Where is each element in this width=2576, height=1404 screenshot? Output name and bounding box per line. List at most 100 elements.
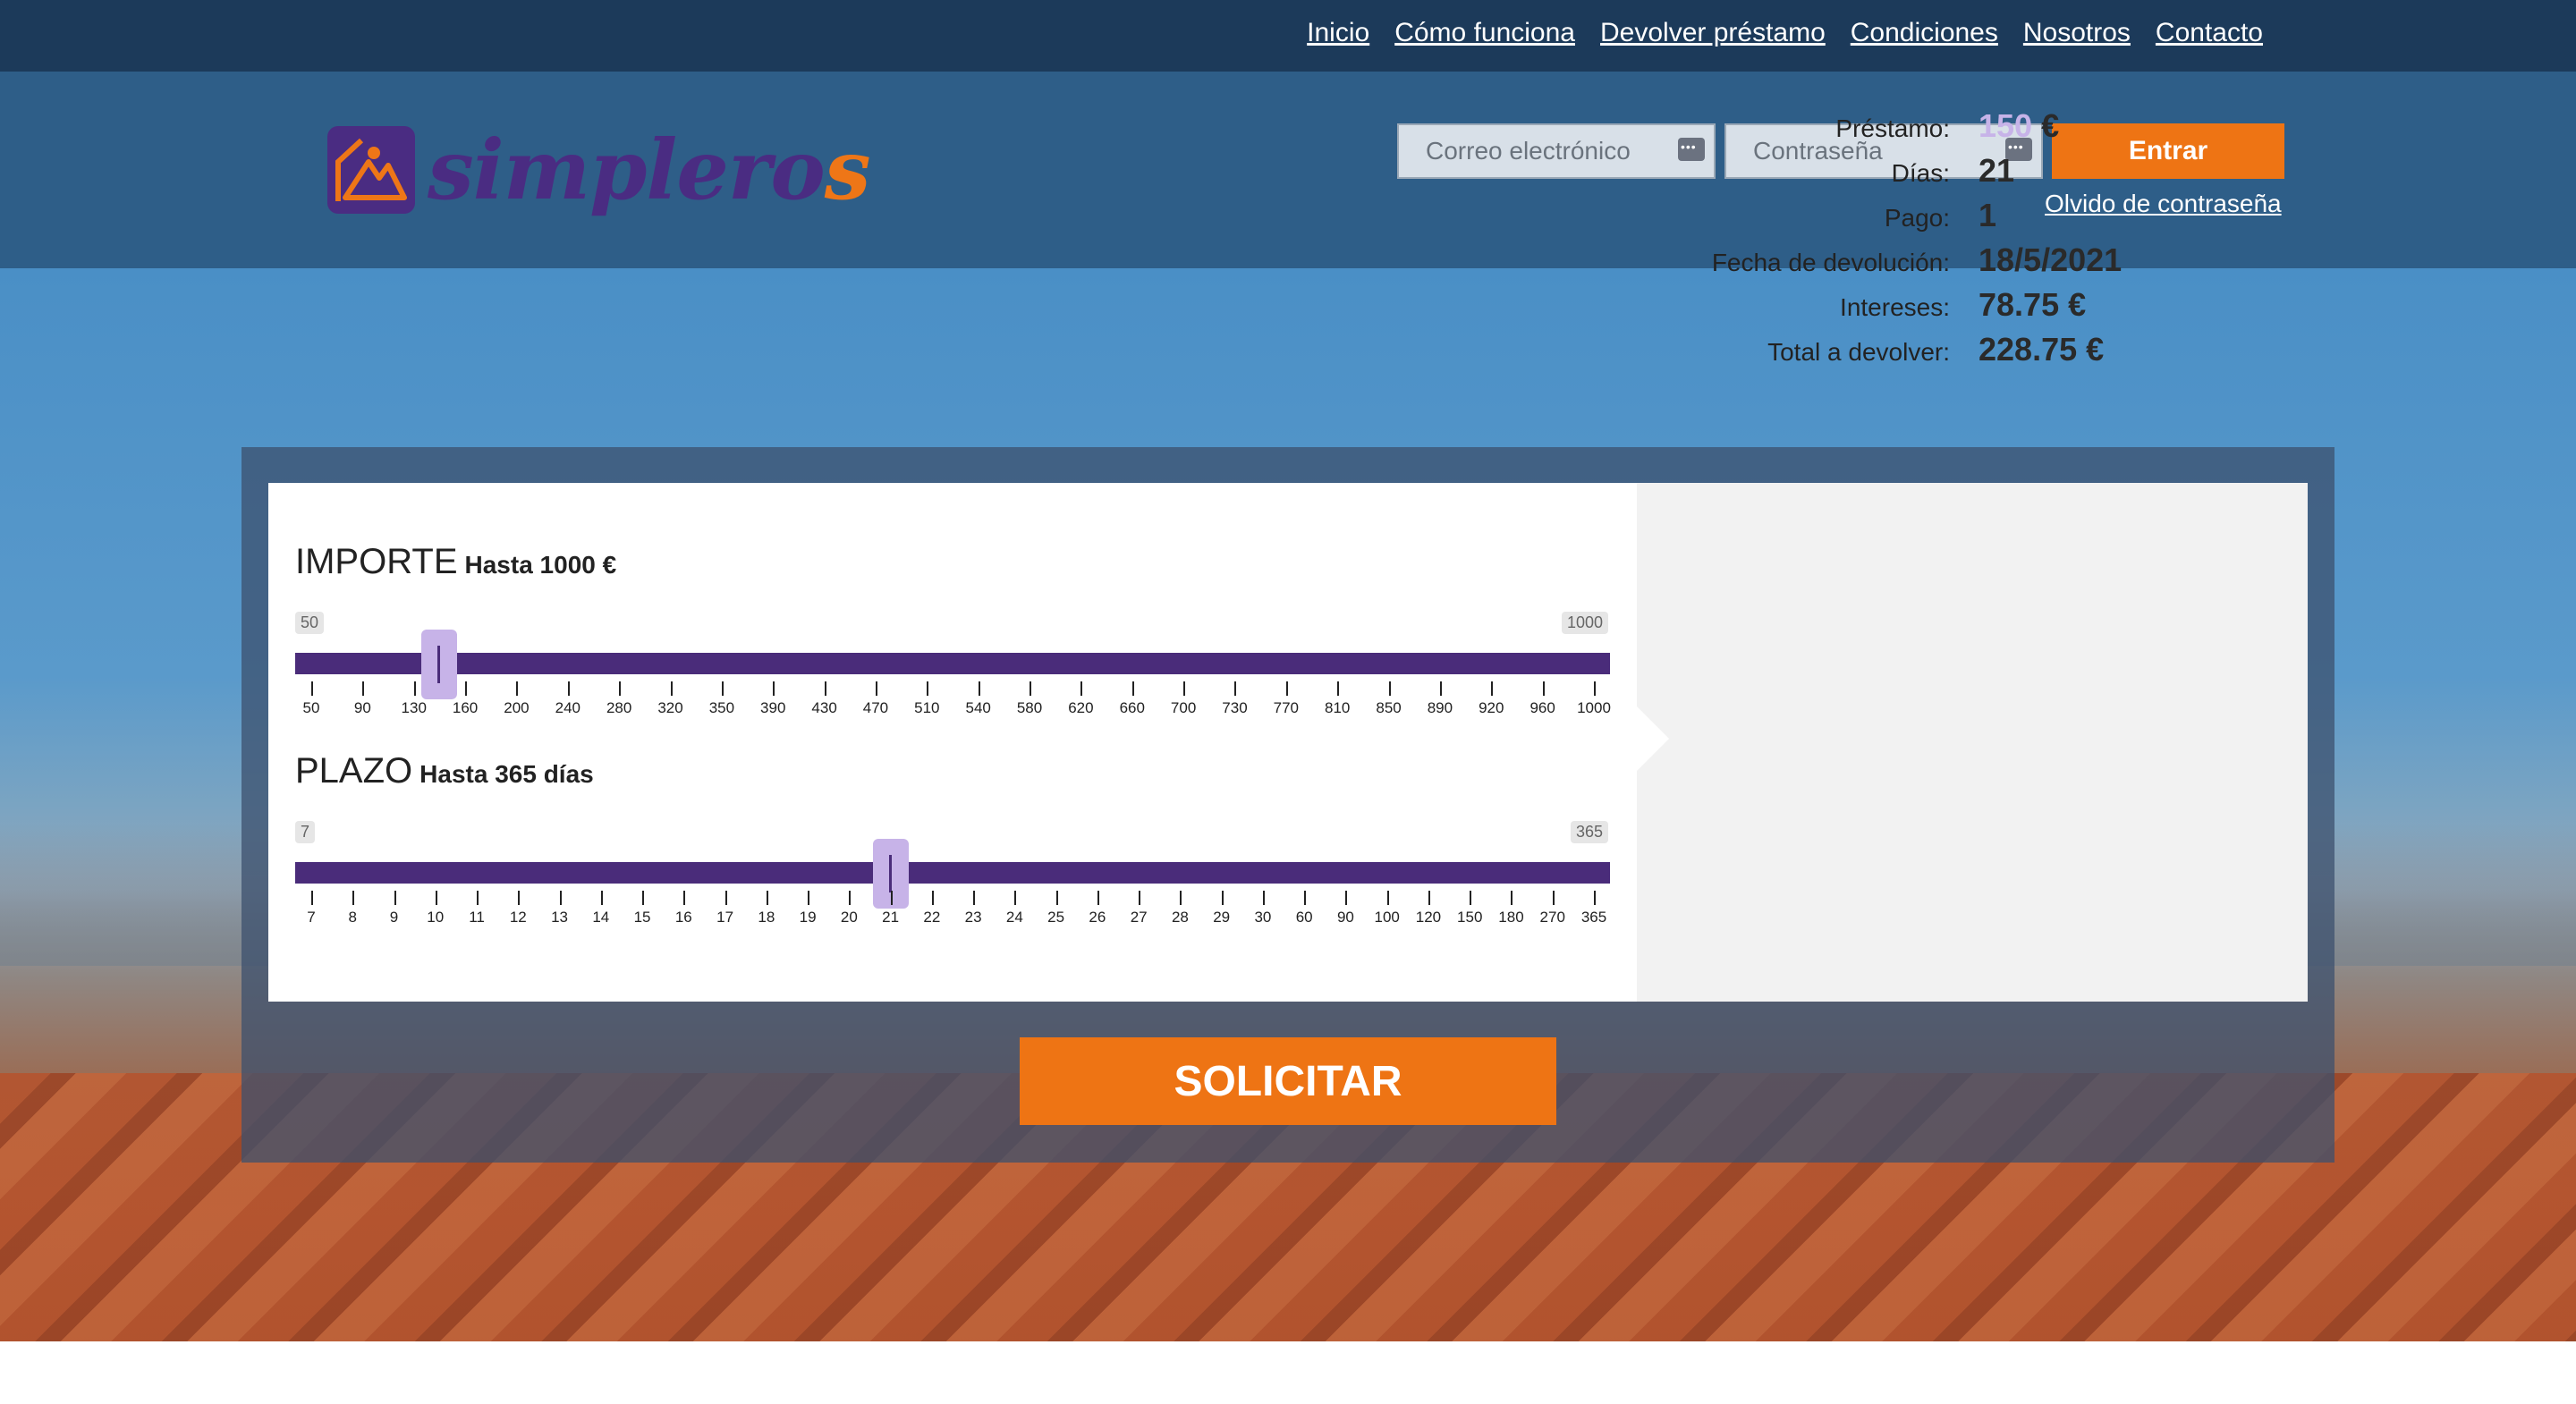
importe-max: 1000	[1562, 612, 1609, 634]
importe-slider-track[interactable]	[295, 653, 1610, 674]
nav-link-contacto[interactable]: Contacto	[2156, 18, 2263, 48]
scale-tick-label: 660	[1119, 699, 1145, 716]
plazo-slider-track[interactable]	[295, 862, 1610, 884]
scale-tick-label: 580	[1016, 699, 1043, 716]
total-value: 228.75 €	[1979, 331, 2105, 368]
scale-tick-label: 810	[1325, 699, 1351, 716]
scale-tick-label: 12	[509, 909, 527, 926]
importe-scale: 50 90 130 160 200 240 280 320 350 390 430 470 510 540…	[295, 681, 1611, 726]
scale-tick	[766, 891, 768, 905]
scale-tick	[311, 891, 313, 905]
scale-tick-label: 850	[1376, 699, 1402, 716]
nav-link-nosotros[interactable]: Nosotros	[2023, 18, 2131, 48]
scale-tick-label: 430	[811, 699, 837, 716]
nav-link-devolver-prestamo[interactable]: Devolver préstamo	[1600, 18, 1826, 48]
scale-tick	[1139, 891, 1141, 905]
fecha-label: Fecha de devolución:	[1711, 249, 1950, 276]
scale-tick-label: 24	[1005, 909, 1023, 926]
plazo-scale: 7 8 9 10 11 12 13 14 15 16 17 18 19 20 21 22 23 24 25 26 27 2…	[295, 891, 1610, 935]
dias-value: 21	[1979, 152, 2015, 189]
scale-tick-label: 19	[799, 909, 817, 926]
solicitar-button[interactable]: SOLICITAR	[1020, 1037, 1556, 1125]
scale-tick-label: 700	[1170, 699, 1197, 716]
scale-tick	[465, 681, 468, 696]
scale-tick-label: 200	[504, 699, 530, 716]
scale-tick	[773, 681, 775, 696]
scale-tick-label: 365	[1580, 909, 1607, 926]
plazo-label: PLAZO	[295, 751, 413, 791]
dias-label: Días:	[1891, 159, 1950, 187]
pago-label: Pago:	[1884, 204, 1950, 232]
scale-tick-label: 150	[1457, 909, 1483, 926]
brand-wordmark: simpleros	[428, 122, 871, 218]
scale-tick-label: 25	[1047, 909, 1065, 926]
scale-tick	[1491, 681, 1494, 696]
summary-row-dias: Días: 21	[1646, 152, 2122, 197]
scale-tick-label: 23	[964, 909, 982, 926]
scale-tick-label: 50	[302, 699, 320, 716]
nav-links: Inicio Cómo funciona Devolver préstamo C…	[1307, 18, 2263, 48]
scale-tick-label: 90	[1336, 909, 1354, 926]
scale-tick-label: 16	[674, 909, 692, 926]
scale-tick	[516, 681, 519, 696]
plazo-max: 365	[1571, 821, 1609, 843]
intereses-value: 78.75 €	[1979, 286, 2087, 323]
scale-tick	[477, 891, 479, 905]
scale-tick	[849, 891, 852, 905]
scale-tick-label: 320	[657, 699, 683, 716]
scale-tick	[1234, 681, 1237, 696]
scale-tick	[1428, 891, 1430, 905]
scale-tick	[1388, 681, 1391, 696]
scale-tick-label: 60	[1295, 909, 1313, 926]
scale-tick	[808, 891, 810, 905]
scale-tick	[1470, 891, 1472, 905]
brand-logo[interactable]: simpleros	[327, 122, 871, 218]
scale-tick-label: 28	[1171, 909, 1189, 926]
scale-tick-label: 180	[1498, 909, 1524, 926]
nav-link-como-funciona[interactable]: Cómo funciona	[1394, 18, 1575, 48]
scale-tick	[1030, 681, 1032, 696]
plazo-title: PLAZO Hasta 365 días	[295, 751, 594, 791]
importe-title: IMPORTE Hasta 1000 €	[295, 542, 616, 582]
importe-min: 50	[295, 612, 325, 634]
scale-tick	[642, 891, 645, 905]
importe-subtitle: Hasta 1000 €	[464, 551, 617, 579]
scale-tick	[931, 891, 934, 905]
scale-tick	[1337, 681, 1340, 696]
scale-tick-label: 18	[758, 909, 775, 926]
nav-link-condiciones[interactable]: Condiciones	[1851, 18, 1998, 48]
prestamo-currency: €	[2041, 107, 2060, 144]
scale-tick	[1439, 681, 1442, 696]
scale-tick	[683, 891, 686, 905]
scale-tick	[413, 681, 416, 696]
scale-tick	[1262, 891, 1265, 905]
scale-tick-label: 890	[1427, 699, 1453, 716]
fecha-value: 18/5/2021	[1979, 241, 2123, 278]
scale-tick-label: 390	[760, 699, 786, 716]
scale-tick	[978, 681, 980, 696]
scale-tick	[435, 891, 437, 905]
nav-link-inicio[interactable]: Inicio	[1307, 18, 1369, 48]
scale-tick	[1097, 891, 1099, 905]
scale-tick	[1542, 681, 1545, 696]
scale-tick	[973, 891, 976, 905]
scale-tick	[1552, 891, 1555, 905]
scale-tick	[875, 681, 877, 696]
logo-mountain-icon	[327, 126, 415, 214]
scale-tick-label: 20	[840, 909, 858, 926]
scale-tick-label: 100	[1374, 909, 1400, 926]
scale-tick-label: 240	[555, 699, 580, 716]
scale-tick	[362, 681, 365, 696]
scale-tick-label: 27	[1130, 909, 1148, 926]
scale-tick	[559, 891, 562, 905]
scale-tick	[394, 891, 396, 905]
scale-tick-label: 540	[965, 699, 991, 716]
scale-tick	[1386, 891, 1389, 905]
summary-row-pago: Pago: 1	[1646, 197, 2122, 241]
summary-row-fecha: Fecha de devolución: 18/5/2021	[1646, 241, 2122, 286]
scale-tick	[311, 681, 313, 696]
importe-label: IMPORTE	[295, 542, 458, 581]
scale-tick	[824, 681, 826, 696]
brand-name-main: simplero	[428, 122, 826, 218]
scale-tick-label: 280	[606, 699, 632, 716]
